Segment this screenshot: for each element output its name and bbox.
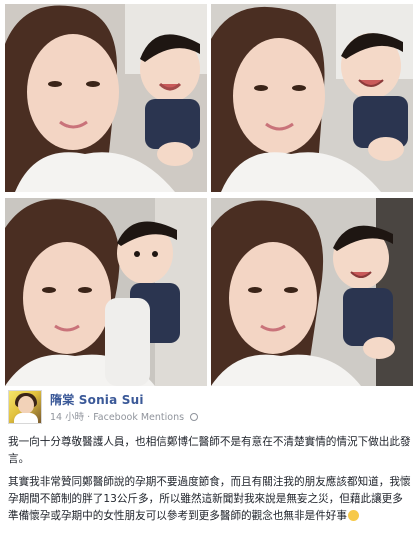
post-header: 隋棠 Sonia Sui 14 小時 · Facebook Mentions	[8, 390, 413, 428]
selfie-illustration	[5, 198, 207, 386]
photo-selfie-4[interactable]	[211, 198, 413, 386]
facebook-post: 隋棠 Sonia Sui 14 小時 · Facebook Mentions 我…	[8, 390, 413, 531]
globe-icon	[190, 413, 199, 421]
photo-selfie-3[interactable]	[5, 198, 207, 386]
post-meta: 14 小時 · Facebook Mentions	[50, 409, 199, 423]
author-name-link[interactable]: 隋棠 Sonia Sui	[50, 391, 144, 408]
selfie-illustration	[211, 198, 413, 386]
avatar-face	[18, 396, 34, 414]
post-time[interactable]: 14 小時	[50, 412, 84, 423]
photo-selfie-2[interactable]	[211, 4, 413, 192]
meta-separator: ·	[87, 412, 91, 423]
photo-selfie-1[interactable]	[5, 4, 207, 192]
post-paragraph-1: 我一向十分尊敬醫護人員，也相信鄭博仁醫師不是有意在不清楚實情的情況下做出此發言。	[8, 436, 411, 465]
avatar[interactable]	[8, 390, 42, 424]
post-body: 我一向十分尊敬醫護人員，也相信鄭博仁醫師不是有意在不清楚實情的情況下做出此發言。…	[8, 434, 413, 525]
post-paragraph-2: 其實我非常贊同鄭醫師說的孕期不要過度節食，而且有關注我的朋友應該都知道，我懷孕期…	[8, 474, 413, 525]
avatar-body	[14, 413, 38, 423]
smile-emoji-icon	[348, 510, 359, 521]
selfie-illustration	[5, 4, 207, 192]
post-source[interactable]: Facebook Mentions	[93, 412, 184, 423]
selfie-illustration	[211, 4, 413, 192]
photo-grid	[5, 4, 413, 386]
